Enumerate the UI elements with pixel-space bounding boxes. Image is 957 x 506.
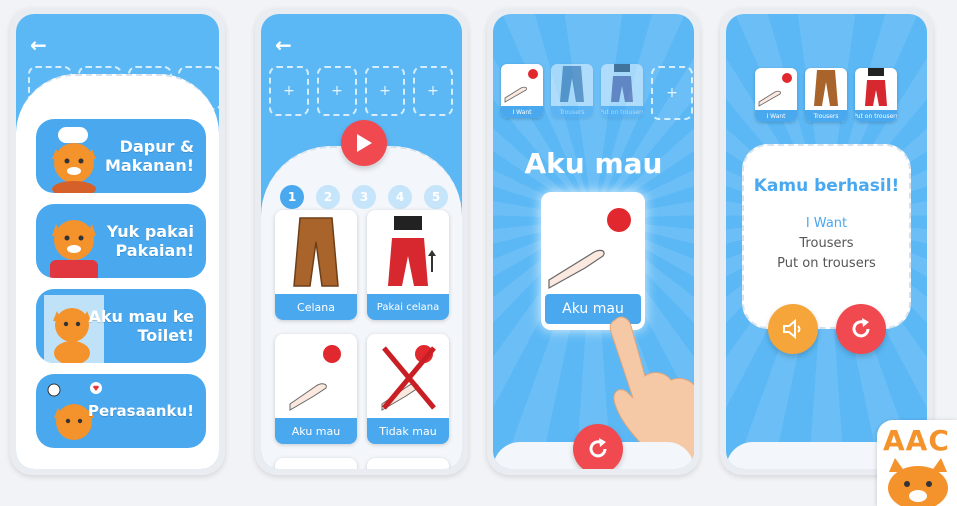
big-card-aku-mau[interactable]: Aku mau: [541, 192, 645, 330]
step-2[interactable]: 2: [316, 185, 340, 209]
category-label: Perasaanku!: [87, 401, 194, 420]
phone-speak-card: I Want Trousers Put on trousers + Aku ma…: [487, 8, 700, 475]
want-hand-icon: [289, 345, 341, 411]
success-panel: Kamu berhasil! I Want Trousers Put on tr…: [742, 144, 911, 329]
card-aku-mau[interactable]: Aku mau: [275, 334, 357, 444]
card-label: Pakai celana: [367, 294, 449, 320]
card-label: Put on trousers: [601, 106, 643, 118]
categories-screen: ← Dapur & Makanan! Yuk pakai Pakaian! Ak…: [16, 14, 219, 469]
step-1[interactable]: 1: [280, 185, 304, 209]
sentence-card-put-on-trousers[interactable]: Put on trousers: [601, 64, 643, 118]
category-label: Makanan!: [104, 156, 194, 175]
card-label: I Want: [755, 110, 797, 122]
card-label: Trousers: [805, 110, 847, 122]
card-pakai-celana[interactable]: Pakai celana: [367, 210, 449, 320]
category-clothing[interactable]: Yuk pakai Pakaian!: [36, 204, 206, 278]
card-label: Trousers: [551, 106, 593, 118]
sentence-card-put-on-trousers[interactable]: Put on trousers: [855, 68, 897, 122]
sentence-slot[interactable]: +: [651, 66, 693, 120]
want-hand-icon: [548, 208, 631, 290]
replay-icon: [852, 318, 870, 338]
phone-success: I Want Trousers Put on trousers Kamu ber…: [720, 8, 933, 475]
card-label: Put on trousers: [855, 110, 897, 122]
speaker-button[interactable]: [768, 304, 818, 354]
phone-categories: ← Dapur & Makanan! Yuk pakai Pakaian! Ak…: [10, 8, 225, 475]
category-toilet[interactable]: Aku mau ke Toilet!: [36, 289, 206, 363]
category-feelings[interactable]: Perasaanku!: [36, 374, 206, 448]
chef-cat-icon: [52, 127, 96, 193]
step-5[interactable]: 5: [424, 185, 448, 209]
card-partial[interactable]: [367, 458, 449, 469]
card-label: Aku mau: [275, 418, 357, 444]
back-arrow-icon[interactable]: ←: [275, 35, 297, 55]
category-label: Dapur &: [119, 137, 194, 156]
cat-face-icon: [888, 458, 948, 506]
back-arrow-icon[interactable]: ←: [30, 35, 52, 55]
put-on-trousers-icon: [388, 216, 436, 286]
app-logo-text: AAC: [883, 424, 950, 457]
play-icon: [357, 134, 372, 152]
speak-card-screen: I Want Trousers Put on trousers + Aku ma…: [493, 14, 694, 469]
play-button[interactable]: [341, 120, 387, 166]
category-kitchen-food[interactable]: Dapur & Makanan!: [36, 119, 206, 193]
dont-want-icon: [381, 345, 436, 411]
sentence-card-want[interactable]: I Want: [755, 68, 797, 122]
result-line-trousers: Trousers: [799, 236, 854, 251]
trousers-icon: [814, 70, 838, 106]
sentence-slot[interactable]: +: [269, 66, 309, 116]
card-label: I Want: [501, 106, 543, 118]
phone-choose-cards: ← + + + + 1 2 3 4 5 Celana Pakai celana: [255, 8, 468, 475]
card-label: Celana: [275, 294, 357, 320]
speaker-icon: [783, 318, 801, 340]
sentence-slot[interactable]: +: [413, 66, 453, 116]
result-line-want: I Want: [805, 216, 848, 231]
replay-button[interactable]: [573, 424, 623, 469]
category-label: Yuk pakai: [106, 222, 194, 241]
card-tidak-mau[interactable]: Tidak mau: [367, 334, 449, 444]
spoken-phrase: Aku mau: [524, 147, 663, 180]
category-label: Toilet!: [137, 326, 194, 345]
app-logo: AAC: [877, 420, 957, 506]
replay-icon: [589, 438, 607, 458]
step-3[interactable]: 3: [352, 185, 376, 209]
sentence-slot[interactable]: +: [317, 66, 357, 116]
sentence-card-want[interactable]: I Want: [501, 64, 543, 118]
trousers-icon: [293, 217, 339, 287]
category-label: Pakaian!: [115, 241, 195, 260]
want-hand-icon: [758, 73, 792, 107]
choose-cards-screen: ← + + + + 1 2 3 4 5 Celana Pakai celana: [261, 14, 462, 469]
want-hand-icon: [504, 69, 538, 103]
sentence-card-trousers[interactable]: Trousers: [551, 64, 593, 118]
sentence-card-trousers[interactable]: Trousers: [805, 68, 847, 122]
put-on-trousers-icon: [865, 68, 887, 106]
category-label: Aku mau ke: [88, 307, 194, 326]
sentence-slot[interactable]: +: [365, 66, 405, 116]
success-screen: I Want Trousers Put on trousers Kamu ber…: [726, 14, 927, 469]
trousers-icon: [560, 66, 584, 102]
success-title: Kamu berhasil!: [753, 176, 900, 196]
replay-button[interactable]: [836, 304, 886, 354]
card-label: Tidak mau: [367, 418, 449, 444]
card-celana[interactable]: Celana: [275, 210, 357, 320]
result-line-put-on: Put on trousers: [777, 256, 876, 271]
step-4[interactable]: 4: [388, 185, 412, 209]
card-partial[interactable]: [275, 458, 357, 469]
clothing-cat-icon: [50, 220, 98, 278]
put-on-trousers-icon: [611, 64, 633, 102]
